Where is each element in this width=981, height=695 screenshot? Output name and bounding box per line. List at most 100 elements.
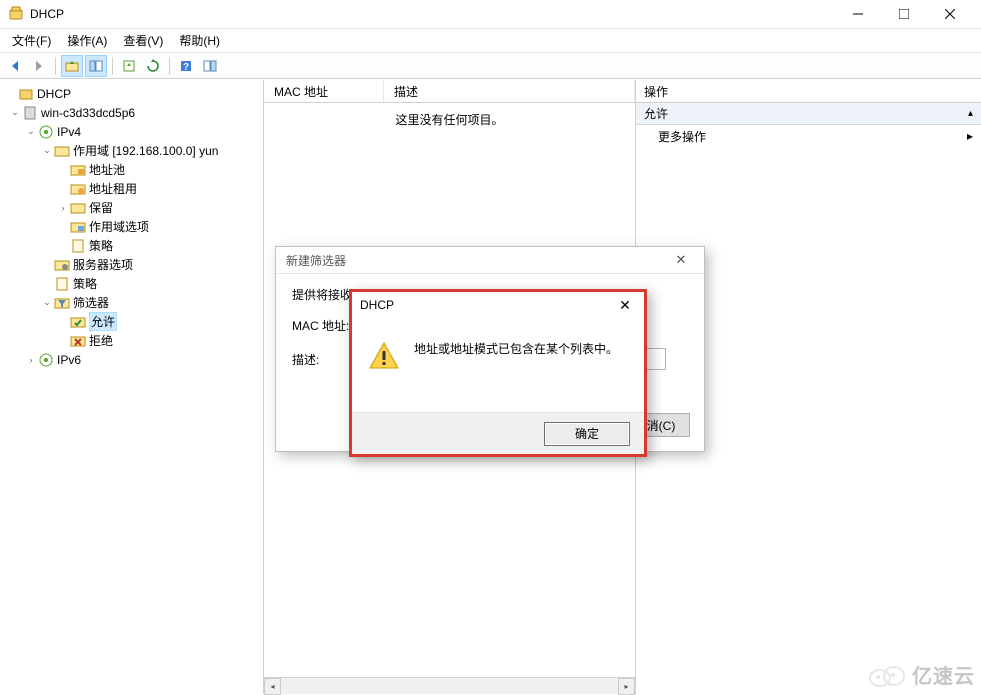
ipv6-icon xyxy=(38,352,54,368)
expander-icon[interactable]: ⌄ xyxy=(24,126,38,137)
tree-scope-policies[interactable]: 策略 xyxy=(0,236,263,255)
submenu-icon: ▸ xyxy=(967,129,973,143)
msgbox-title: DHCP xyxy=(360,298,394,312)
menubar: 文件(F) 操作(A) 查看(V) 帮助(H) xyxy=(0,29,981,53)
toolbar-separator xyxy=(169,57,170,75)
titlebar: DHCP xyxy=(0,0,981,29)
ipv4-icon xyxy=(38,124,54,140)
msgbox-body: 地址或地址模式已包含在某个列表中。 xyxy=(352,318,644,384)
allow-icon xyxy=(70,314,86,330)
dialog-desc-text: 提供将接收 xyxy=(292,286,352,303)
menu-help[interactable]: 帮助(H) xyxy=(171,30,228,51)
tree-reservations[interactable]: › 保留 xyxy=(0,198,263,217)
expander-icon[interactable]: ⌄ xyxy=(8,107,22,118)
tree-label: 地址池 xyxy=(89,161,125,178)
reservations-icon xyxy=(70,200,86,216)
scroll-right-button[interactable]: ▸ xyxy=(618,678,635,695)
window-title: DHCP xyxy=(30,7,835,21)
column-desc[interactable]: 描述 xyxy=(384,80,635,102)
tree-label: 拒绝 xyxy=(89,332,113,349)
empty-message: 这里没有任何项目。 xyxy=(264,111,635,128)
menu-file[interactable]: 文件(F) xyxy=(4,30,59,51)
dialog-titlebar[interactable]: 新建筛选器 ✕ xyxy=(276,247,704,274)
ok-button[interactable]: 确定 xyxy=(544,422,630,446)
tree-panel[interactable]: DHCP ⌄ win-c3d33dcd5p6 ⌄ IPv4 ⌄ 作用域 [192… xyxy=(0,80,264,694)
menu-view[interactable]: 查看(V) xyxy=(115,30,171,51)
scroll-left-button[interactable]: ◂ xyxy=(264,678,281,695)
tree-label: win-c3d33dcd5p6 xyxy=(41,106,135,120)
column-mac[interactable]: MAC 地址 xyxy=(264,80,384,102)
tree-ipv6[interactable]: › IPv6 xyxy=(0,350,263,369)
tree-allow[interactable]: 允许 xyxy=(0,312,263,331)
minimize-button[interactable] xyxy=(835,0,881,29)
action-section-label: 允许 xyxy=(644,105,668,122)
tree-scope-options[interactable]: 作用域选项 xyxy=(0,217,263,236)
policies-icon xyxy=(54,276,70,292)
show-hide-console-tree-button[interactable] xyxy=(85,55,107,77)
address-pool-icon xyxy=(70,162,86,178)
tree-label: 作用域选项 xyxy=(89,218,149,235)
app-icon xyxy=(8,6,24,22)
menu-action[interactable]: 操作(A) xyxy=(59,30,115,51)
tree-address-leases[interactable]: 地址租用 xyxy=(0,179,263,198)
refresh-button[interactable] xyxy=(142,55,164,77)
svg-text:?: ? xyxy=(183,62,189,73)
toolbar-separator xyxy=(55,57,56,75)
leases-icon xyxy=(70,181,86,197)
policies-icon xyxy=(70,238,86,254)
tree-label: 策略 xyxy=(89,237,113,254)
tree-label: 服务器选项 xyxy=(73,256,133,273)
msgbox-message: 地址或地址模式已包含在某个列表中。 xyxy=(414,340,618,357)
show-hide-action-pane-button[interactable] xyxy=(199,55,221,77)
tree-label: 筛选器 xyxy=(73,294,109,311)
expander-icon[interactable]: ⌄ xyxy=(40,145,54,156)
action-more-actions[interactable]: 更多操作 ▸ xyxy=(636,125,981,147)
tree-deny[interactable]: 拒绝 xyxy=(0,331,263,350)
action-panel-header: 操作 xyxy=(636,80,981,103)
toolbar: ? xyxy=(0,53,981,79)
up-folder-button[interactable] xyxy=(61,55,83,77)
msgbox-titlebar[interactable]: DHCP ✕ xyxy=(352,292,644,318)
expander-icon[interactable]: ⌄ xyxy=(40,297,54,308)
watermark-text: 亿速云 xyxy=(912,660,975,689)
help-button[interactable]: ? xyxy=(175,55,197,77)
nav-back-button[interactable] xyxy=(4,55,26,77)
collapse-icon[interactable]: ▴ xyxy=(968,108,973,119)
cloud-icon xyxy=(866,662,906,688)
tree-address-pool[interactable]: 地址池 xyxy=(0,160,263,179)
tree-label: IPv4 xyxy=(57,125,81,139)
close-button[interactable] xyxy=(927,0,973,29)
tree-label: 允许 xyxy=(89,312,117,331)
deny-icon xyxy=(70,333,86,349)
action-item-label: 更多操作 xyxy=(658,128,706,145)
watermark: 亿速云 xyxy=(866,660,975,689)
tree-ipv4[interactable]: ⌄ IPv4 xyxy=(0,122,263,141)
warning-icon xyxy=(368,340,400,372)
server-icon xyxy=(22,105,38,121)
tree-label: 作用域 [192.168.100.0] yun xyxy=(73,142,218,159)
expander-icon[interactable]: › xyxy=(24,355,38,365)
tree-scope[interactable]: ⌄ 作用域 [192.168.100.0] yun xyxy=(0,141,263,160)
msgbox-close-button[interactable]: ✕ xyxy=(614,296,636,314)
horizontal-scrollbar[interactable]: ◂ ▸ xyxy=(264,677,635,694)
toolbar-separator xyxy=(112,57,113,75)
tree-label: 地址租用 xyxy=(89,180,137,197)
msgbox-footer: 确定 xyxy=(352,412,644,454)
dialog-close-button[interactable]: ✕ xyxy=(668,250,694,270)
nav-forward-button[interactable] xyxy=(28,55,50,77)
maximize-button[interactable] xyxy=(881,0,927,29)
tree-root-dhcp[interactable]: DHCP xyxy=(0,84,263,103)
scope-icon xyxy=(54,143,70,159)
export-list-button[interactable] xyxy=(118,55,140,77)
action-section-allow[interactable]: 允许 ▴ xyxy=(636,103,981,125)
tree-server[interactable]: ⌄ win-c3d33dcd5p6 xyxy=(0,103,263,122)
scope-options-icon xyxy=(70,219,86,235)
tree-server-policies[interactable]: 策略 xyxy=(0,274,263,293)
tree-filters[interactable]: ⌄ 筛选器 xyxy=(0,293,263,312)
message-box[interactable]: DHCP ✕ 地址或地址模式已包含在某个列表中。 确定 xyxy=(349,289,647,457)
dialog-title: 新建筛选器 xyxy=(286,252,346,269)
expander-icon[interactable]: › xyxy=(56,203,70,213)
tree-server-options[interactable]: 服务器选项 xyxy=(0,255,263,274)
tree-label: 策略 xyxy=(73,275,97,292)
server-options-icon xyxy=(54,257,70,273)
